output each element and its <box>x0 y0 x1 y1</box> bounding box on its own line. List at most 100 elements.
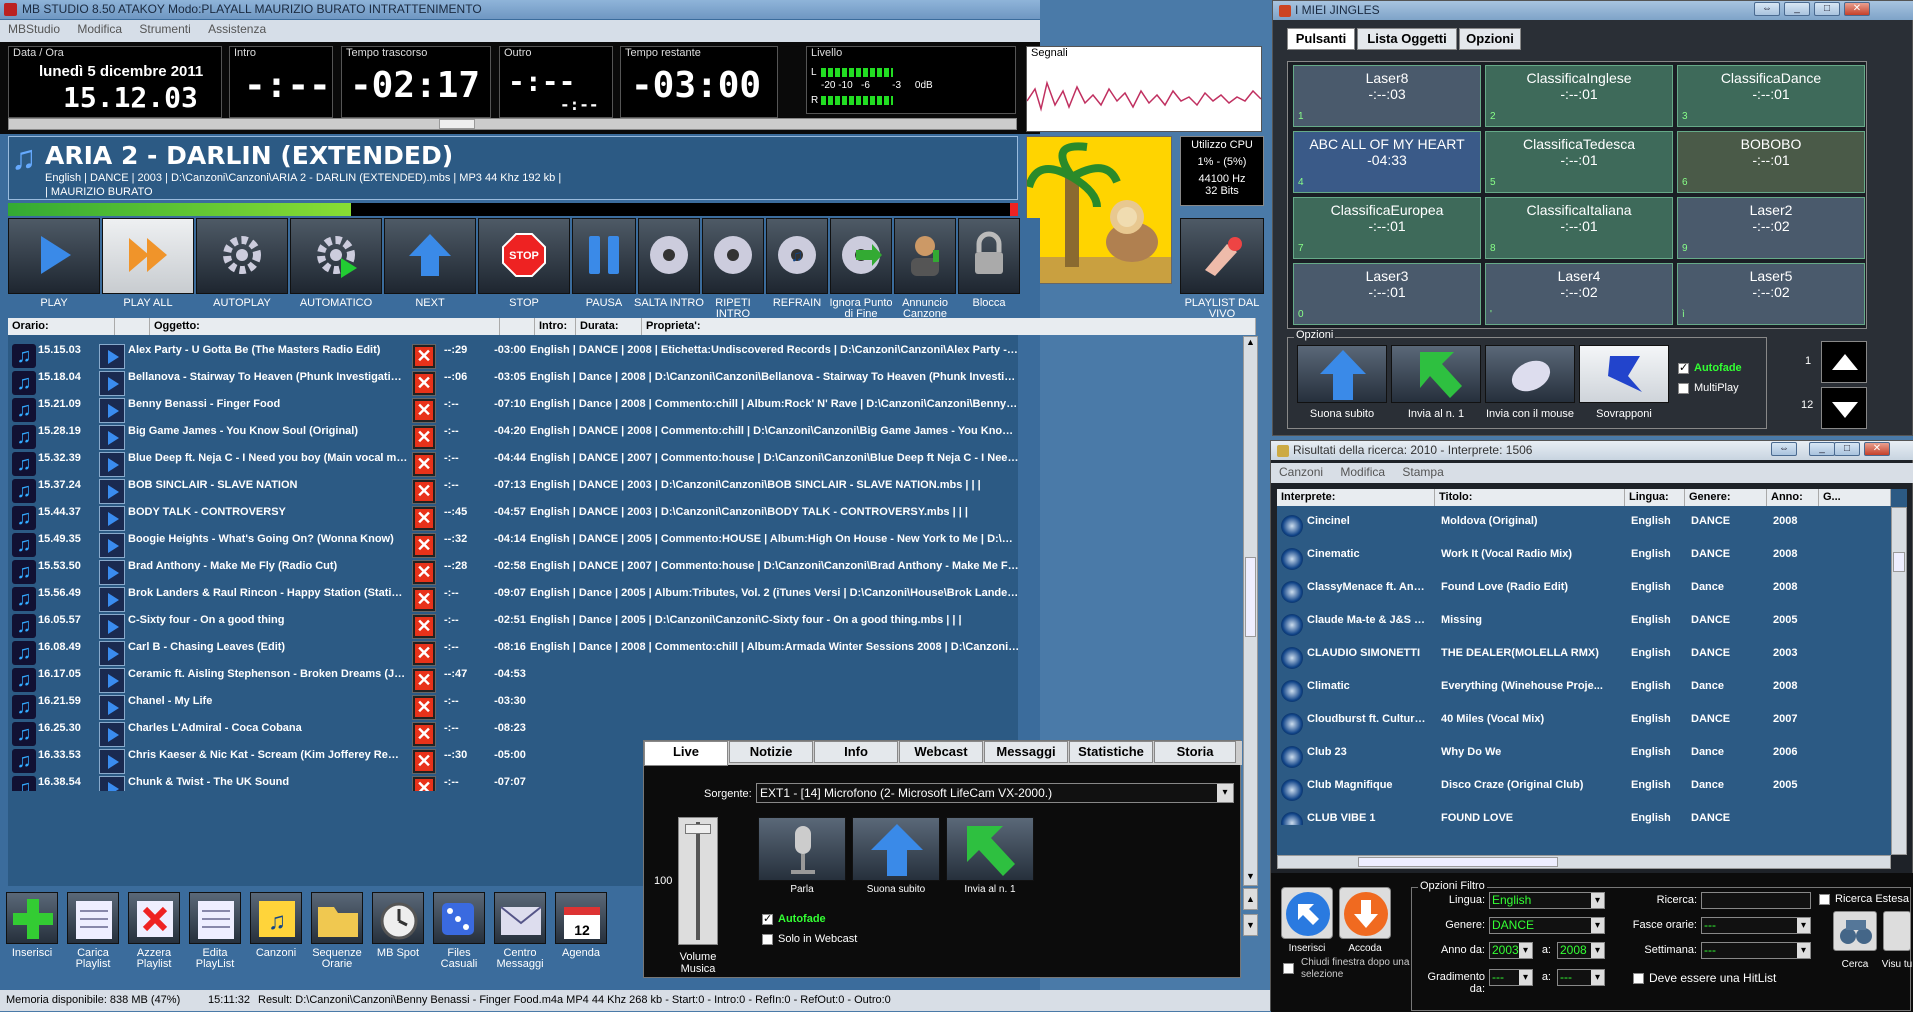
playlist-row[interactable]: ♫ 15.37.24 BOB SINCLAIR - SLAVE NATION ✕ -:-… <box>8 472 1018 504</box>
playlist-row[interactable]: ♫ 15.28.19 Big Game James - You Know Soul … <box>8 418 1020 450</box>
ripeti-intro-button[interactable] <box>702 218 764 294</box>
jingle-opt-invia-al-n.-1-button[interactable] <box>1391 345 1481 403</box>
playlist-row[interactable]: ♫ 16.05.57 C-Sixty four - On a good thing ✕… <box>8 607 1018 639</box>
search-menu-stampa[interactable]: Stampa <box>1402 465 1443 479</box>
scol-anno[interactable]: Anno: <box>1767 489 1819 506</box>
search-row[interactable]: CLUB VIBE 1FOUND LOVEEnglishDANCE2004 <box>1277 805 1767 825</box>
lingua-select[interactable]: English <box>1489 892 1605 909</box>
playlist-row[interactable]: ♫ 15.53.50 Brad Anthony - Make Me Fly (Rad… <box>8 553 1020 585</box>
playlist-row[interactable]: ♫ 16.38.54 Chunk & Twist - The UK Sound ✕ -:… <box>8 769 643 791</box>
delete-row-icon[interactable]: ✕ <box>412 776 436 791</box>
tab-statistiche[interactable]: Statistiche <box>1069 741 1153 763</box>
jingle-tab-opzioni[interactable]: Opzioni <box>1459 28 1521 50</box>
search-row[interactable]: CLAUDIO SIMONETTI THE DEALER(MOLELLA RMX)… <box>1277 640 1797 669</box>
anno-a-select[interactable]: 2008 <box>1557 942 1605 959</box>
playlist-row[interactable]: ♫ 15.49.35 Boogie Heights - What's Going O… <box>8 526 1020 558</box>
playlist-row[interactable]: ♫ 16.17.05 Ceramic ft. Aisling Stephenson … <box>8 661 643 693</box>
azzera-playlist-button[interactable] <box>128 892 180 944</box>
search-menu-modifica[interactable]: Modifica <box>1340 465 1385 479</box>
jingle-opt-sovrapponi-button[interactable] <box>1579 345 1669 403</box>
grad-a-select[interactable]: --- <box>1557 969 1605 986</box>
salta-intro-button[interactable] <box>638 218 700 294</box>
automatico-button[interactable] <box>290 218 382 294</box>
search-hscroll-thumb[interactable] <box>1358 857 1558 867</box>
search-row[interactable]: Club 23 Why Do We English Dance 2006 <box>1277 739 1797 768</box>
position-thumb[interactable] <box>439 119 475 129</box>
jingles-minimize-button[interactable]: _ <box>1784 2 1810 16</box>
playlist-dal-vivo-button[interactable] <box>1180 218 1264 294</box>
files-casuali-button[interactable] <box>433 892 485 944</box>
page-up-button[interactable] <box>1821 341 1867 383</box>
tab-webcast[interactable]: Webcast <box>899 741 983 763</box>
jingle-cell[interactable]: ClassificaDance -:--:01 3 <box>1677 65 1865 127</box>
visu-button[interactable] <box>1883 911 1911 951</box>
search-minimize-button[interactable]: _ <box>1809 442 1835 456</box>
scol-titolo[interactable]: Titolo: <box>1435 489 1625 506</box>
search-maximize-button[interactable]: □ <box>1834 442 1860 456</box>
scol-g[interactable]: G... <box>1819 489 1891 506</box>
edita-playlist-button[interactable] <box>189 892 241 944</box>
playlist-row[interactable]: ♫ 16.25.30 Charles L'Admiral - Coca Cobana… <box>8 715 643 747</box>
scroll-up-icon[interactable]: ▲ <box>1244 337 1257 351</box>
ignora-punto-fine-button[interactable] <box>830 218 892 294</box>
menu-mbstudio[interactable]: MBStudio <box>8 22 60 36</box>
menu-assistenza[interactable]: Assistenza <box>208 22 266 36</box>
search-arrows-button[interactable]: ⇔ <box>1771 442 1797 456</box>
blocca-button[interactable] <box>958 218 1020 294</box>
mb-spot-button[interactable] <box>372 892 424 944</box>
playlist-row[interactable]: ♫ 15.21.09 Benny Benassi - Finger Food ✕ -:-… <box>8 391 1020 423</box>
search-row[interactable]: Cinematic Work It (Vocal Radio Mix) Englis… <box>1277 541 1797 570</box>
autofade-checkbox[interactable] <box>762 912 773 925</box>
playlist-row[interactable]: ♫ 15.32.39 Blue Deep ft. Neja C - I Need y… <box>8 445 1020 477</box>
tab-info[interactable]: Info <box>814 741 898 763</box>
jingle-tab-pulsanti[interactable]: Pulsanti <box>1287 28 1355 50</box>
play-all-button[interactable] <box>102 218 194 294</box>
menu-strumenti[interactable]: Strumenti <box>139 22 190 36</box>
jingle-cell[interactable]: ClassificaEuropea -:--:01 7 <box>1293 197 1481 259</box>
next-button[interactable] <box>384 218 476 294</box>
fasce-select[interactable]: --- <box>1701 917 1811 934</box>
anno-da-select[interactable]: 2003 <box>1489 942 1533 959</box>
pausa-button[interactable] <box>572 218 636 294</box>
scol-lingua[interactable]: Lingua: <box>1625 489 1685 506</box>
col-durata[interactable]: Durata: <box>576 318 642 335</box>
jingles-maximize-button[interactable]: □ <box>1814 2 1840 16</box>
search-close-button[interactable]: ✕ <box>1864 442 1890 456</box>
jingle-cell[interactable]: Laser5 -:--:02 ì <box>1677 263 1865 325</box>
jingle-opt-invia-con-il-mouse-button[interactable] <box>1485 345 1575 403</box>
annuncio-canzone-button[interactable] <box>894 218 956 294</box>
search-accoda-button[interactable] <box>1339 887 1391 939</box>
position-scrollbar[interactable] <box>8 118 1017 130</box>
agenda-button[interactable]: 12 <box>555 892 607 944</box>
search-row[interactable]: Claude Ma-te & J&S Proj... Missing English… <box>1277 607 1797 636</box>
jingle-cell[interactable]: ClassificaItaliana -:--:01 8 <box>1485 197 1673 259</box>
search-scroll-thumb[interactable] <box>1893 552 1905 572</box>
carica-playlist-button[interactable] <box>67 892 119 944</box>
settimana-select[interactable]: --- <box>1701 942 1811 959</box>
jingle-cell[interactable]: ABC ALL OF MY HEART -04:33 4 <box>1293 131 1481 193</box>
playlist-row[interactable]: ♫ 16.33.53 Chris Kaeser & Nic Kat - Scream… <box>8 742 643 774</box>
jingle-cell[interactable]: Laser3 -:--:01 0 <box>1293 263 1481 325</box>
search-inserisci-button[interactable] <box>1281 887 1333 939</box>
inserisci-button[interactable] <box>6 892 58 944</box>
hitlist-checkbox[interactable] <box>1633 973 1644 984</box>
autoplay-button[interactable] <box>196 218 288 294</box>
col-oggetto[interactable]: Oggetto: <box>150 318 500 335</box>
page-down-button[interactable] <box>1821 387 1867 429</box>
jingle-cell[interactable]: ClassificaInglese -:--:01 2 <box>1485 65 1673 127</box>
jingle-tab-lista-oggetti[interactable]: Lista Oggetti <box>1357 28 1457 50</box>
search-row[interactable]: ClassyMenace ft. Ann Sa... Found Love (Ra… <box>1277 574 1797 603</box>
chevron-down-icon[interactable]: ▾ <box>1217 784 1233 802</box>
playlist-row[interactable]: ♫ 15.18.04 Bellanova - Stairway To Heaven … <box>8 364 1020 396</box>
jingle-cell[interactable]: BOBOBO -:--:01 6 <box>1677 131 1865 193</box>
jingles-close-button[interactable]: ✕ <box>1844 2 1870 16</box>
jingle-autofade-checkbox[interactable] <box>1678 361 1689 374</box>
scroll-thumb[interactable] <box>1245 557 1256 637</box>
jingle-cell[interactable]: Laser8 -:--:03 1 <box>1293 65 1481 127</box>
solo-webcast-checkbox[interactable] <box>762 934 773 945</box>
playlist-row[interactable]: ♫ 15.44.37 BODY TALK - CONTROVERSY ✕ --:45 -0… <box>8 499 1018 531</box>
col-intro[interactable]: Intro: <box>535 318 576 335</box>
jingle-multiplay-checkbox[interactable] <box>1678 383 1689 394</box>
tab-messaggi[interactable]: Messaggi <box>984 741 1068 763</box>
source-select[interactable]: EXT1 - [14] Microfono (2- Microsoft Life… <box>756 783 1234 803</box>
